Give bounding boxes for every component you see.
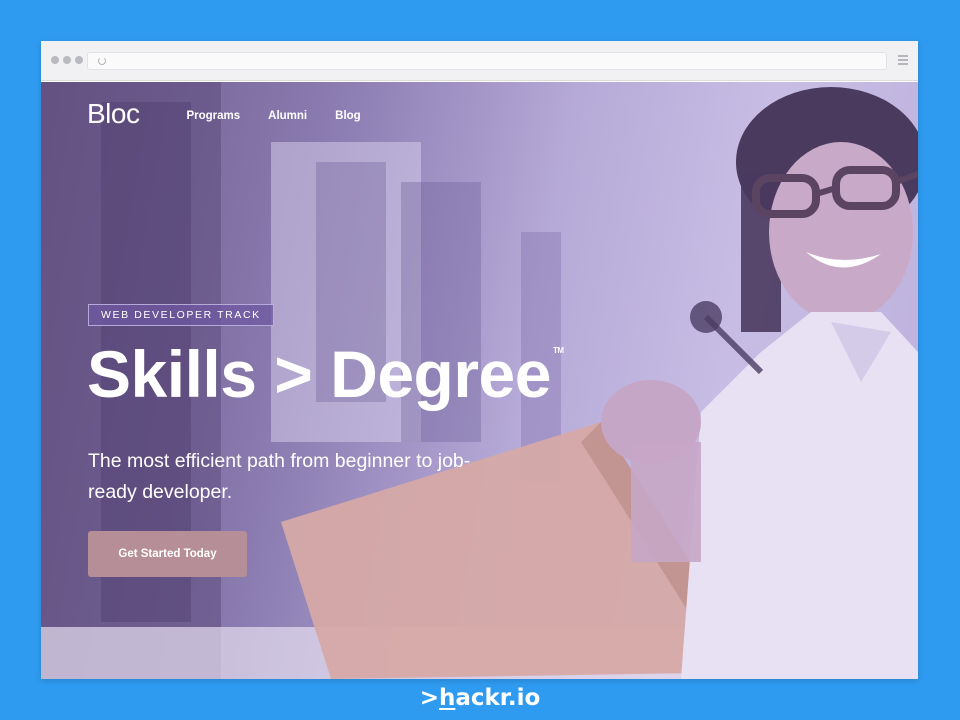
track-badge: WEB DEVELOPER TRACK bbox=[88, 304, 274, 326]
get-started-button[interactable]: Get Started Today bbox=[88, 531, 247, 577]
nav-link-programs[interactable]: Programs bbox=[186, 110, 240, 122]
nav-link-alumni[interactable]: Alumni bbox=[268, 110, 307, 122]
hackr-io-logo: >hackr.io bbox=[0, 685, 960, 711]
hero-section: Bloc Programs Alumni Blog WEB DEVELOPER … bbox=[41, 82, 918, 679]
window-dot-icon[interactable] bbox=[75, 56, 83, 64]
window-dot-icon[interactable] bbox=[51, 56, 59, 64]
nav-links: Programs Alumni Blog bbox=[186, 110, 360, 122]
logo-first-letter: h bbox=[438, 685, 456, 711]
bloc-logo[interactable]: Bloc bbox=[87, 98, 140, 130]
trademark-mark: TM bbox=[552, 346, 564, 355]
browser-toolbar bbox=[41, 41, 918, 81]
logo-rest: ackr.io bbox=[455, 685, 541, 711]
reload-icon[interactable] bbox=[98, 57, 106, 65]
hero-subtext: The most efficient path from beginner to… bbox=[88, 450, 471, 503]
nav-link-blog[interactable]: Blog bbox=[335, 110, 361, 122]
hero-headline: Skills > Degree TM bbox=[87, 336, 564, 412]
window-controls bbox=[51, 56, 83, 64]
address-bar[interactable] bbox=[87, 52, 887, 70]
browser-window: Bloc Programs Alumni Blog WEB DEVELOPER … bbox=[41, 41, 918, 679]
top-navigation: Bloc Programs Alumni Blog bbox=[87, 98, 361, 130]
hamburger-menu-icon[interactable] bbox=[898, 55, 908, 67]
window-dot-icon[interactable] bbox=[63, 56, 71, 64]
headline-text: Skills > Degree bbox=[87, 337, 551, 411]
logo-prefix: > bbox=[419, 685, 439, 711]
